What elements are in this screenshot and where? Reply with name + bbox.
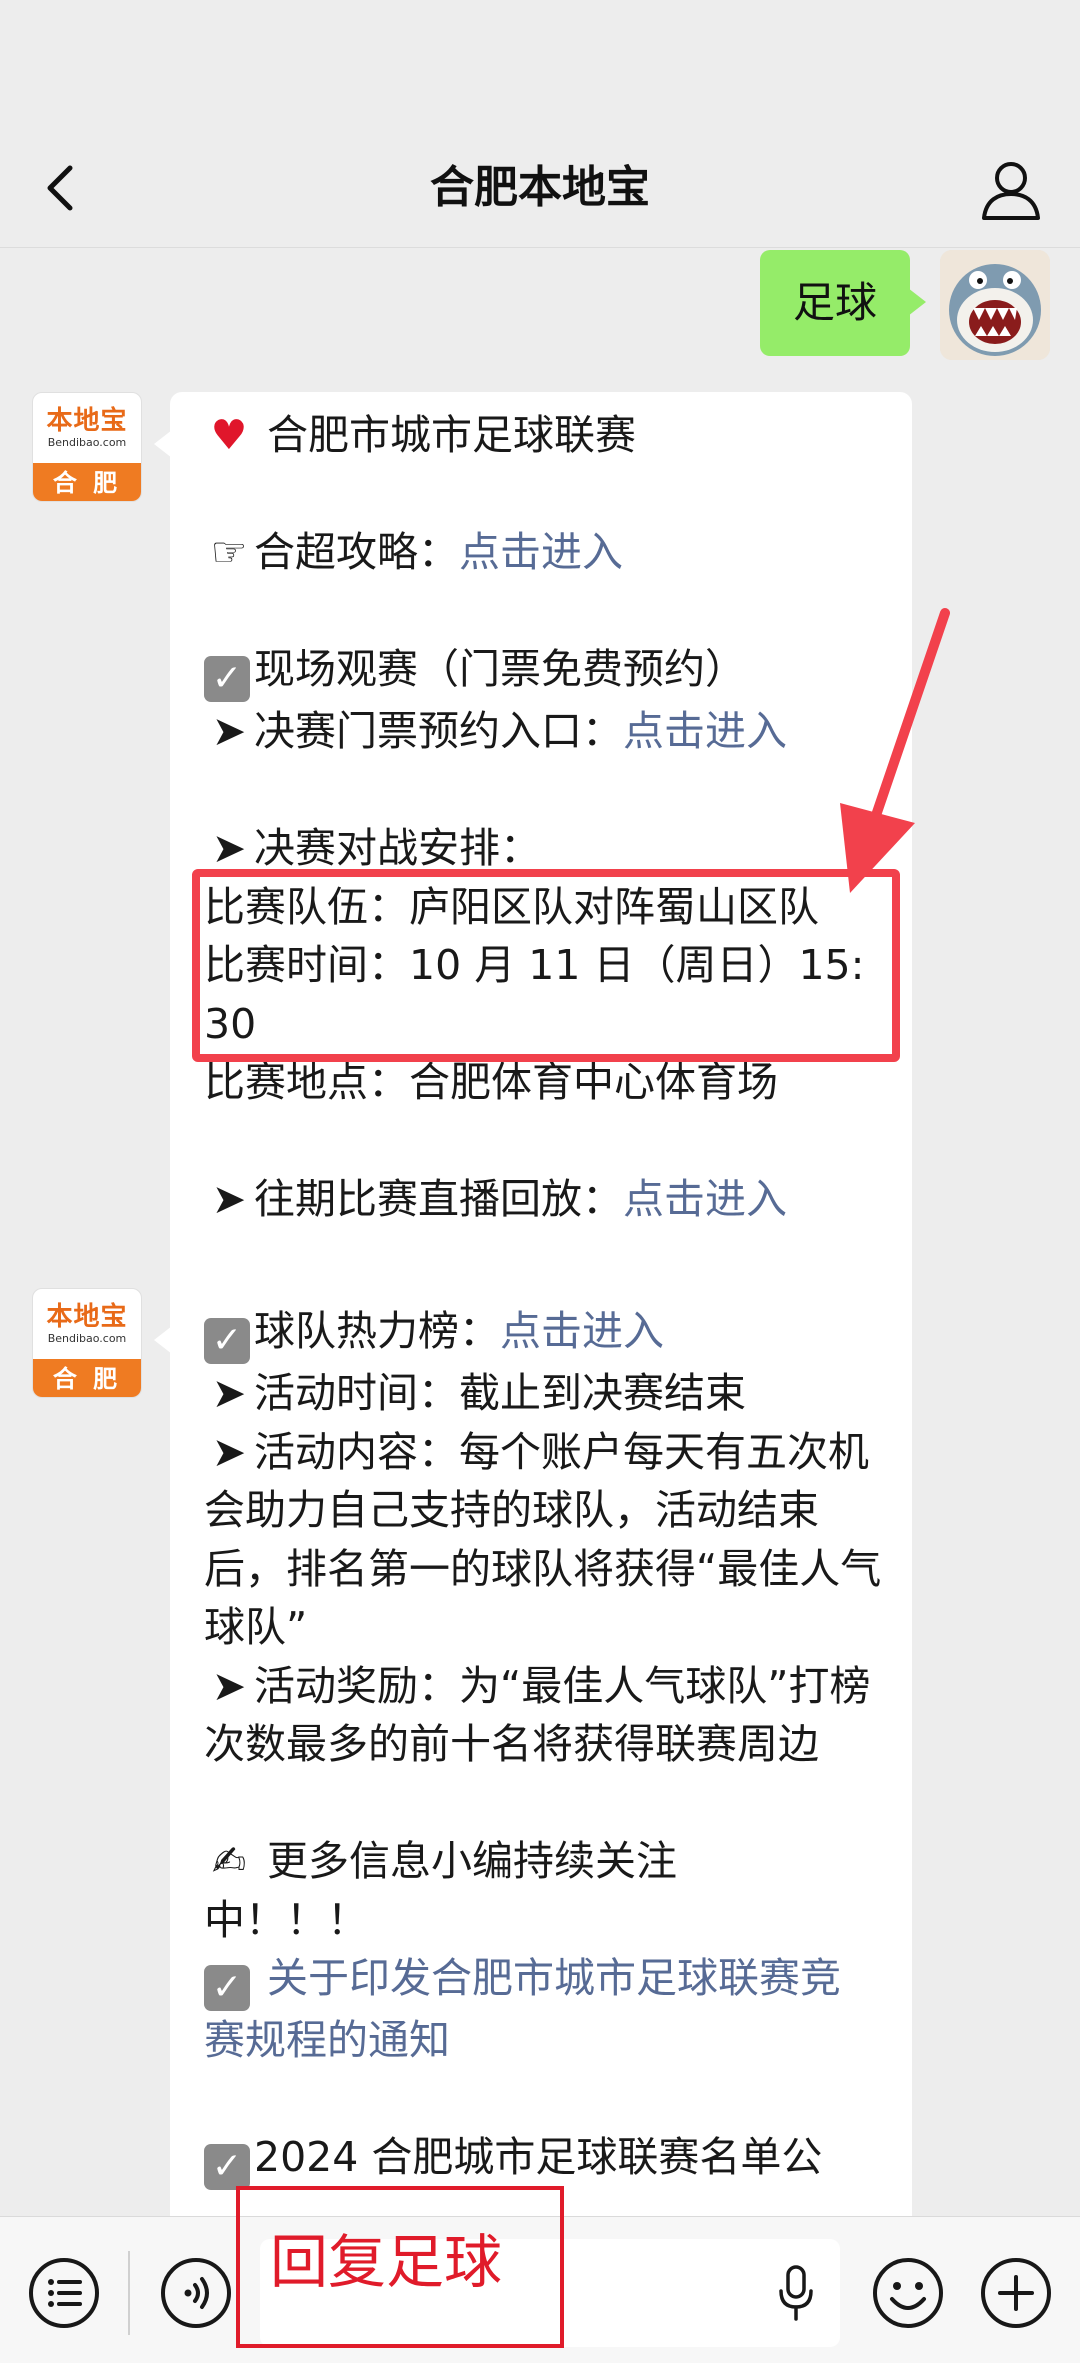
watch-label: 现场观赛（门票免费预约） [254, 645, 746, 693]
arrowhead-icon: ➤ [211, 1661, 247, 1710]
checkbox-icon: ✓ [204, 1965, 250, 2011]
user-avatar[interactable] [940, 250, 1050, 360]
outgoing-message-text: 足球 [792, 278, 877, 327]
activity-content-line: ➤ 活动内容：每个账户每天有五次机会助力自己支持的球队，活动结束后，排名第一的球队… [204, 1423, 882, 1657]
cartoon-avatar-icon [940, 250, 1050, 360]
avatar-logo-text: 本地宝 [46, 1302, 128, 1332]
official-account-avatar[interactable]: 本地宝 Bendibao.com 合 肥 [32, 1288, 142, 1398]
arrowhead-icon: ➤ [211, 1427, 247, 1476]
plus-icon[interactable] [978, 2255, 1054, 2331]
notice-line: ✓ 关于印发合肥市城市足球联赛竞赛规程的通知 [204, 1949, 882, 2070]
guide-link[interactable]: 点击进入 [459, 528, 623, 576]
checkbox-icon: ✓ [204, 2144, 250, 2190]
message-title: 合肥市城市足球联赛 [267, 411, 637, 459]
ranking-link[interactable]: 点击进入 [500, 1307, 664, 1355]
message-bubble-2: ✓ 球队热力榜：点击进入 ➤ 活动时间：截止到决赛结束 ➤ 活动内容：每个账户每天有五… [154, 1288, 912, 2216]
activity-reward-line: ➤ 活动奖励：为“最佳人气球队”打榜次数最多的前十名将获得联赛周边 [204, 1657, 882, 1774]
arrowhead-icon: ➤ [211, 1369, 247, 1417]
activity-content: 活动内容：每个账户每天有五次机会助力自己支持的球队，活动结束后，排名第一的球队将… [204, 1427, 882, 1652]
voice-mode-icon[interactable] [158, 2255, 234, 2331]
ranking-label: 球队热力榜： [254, 1307, 500, 1355]
replay-line: ➤ 往期比赛直播回放：点击进入 [204, 1170, 882, 1229]
activity-reward: 活动奖励：为“最佳人气球队”打榜次数最多的前十名将获得联赛周边 [204, 1661, 871, 1769]
partial-line-text: 2024 合肥城市足球联赛名单公 [254, 2133, 823, 2181]
more-info-line-cont: 中！！！ [204, 1895, 368, 1944]
navigation-bar: 合肥本地宝 [0, 130, 1080, 248]
final-label: 决赛对战安排： [254, 824, 541, 872]
message-title-line: ♥ 合肥市城市足球联赛 [204, 406, 882, 465]
menu-list-icon[interactable] [26, 2255, 102, 2331]
avatar-city: 合 肥 [33, 1359, 141, 1397]
page-title: 合肥本地宝 [430, 162, 650, 213]
ranking-line: ✓ 球队热力榜：点击进入 [204, 1302, 882, 1364]
checkbox-icon: ✓ [204, 656, 250, 702]
writing-hand-icon: ✍ [211, 1837, 247, 1885]
checkbox-icon: ✓ [204, 1318, 250, 1364]
avatar-logo-text: 本地宝 [46, 406, 128, 436]
profile-icon[interactable] [980, 158, 1042, 220]
heart-icon: ♥ [210, 411, 248, 459]
replay-label: 往期比赛直播回放： [254, 1175, 623, 1223]
ticket-line: ➤ 决赛门票预约入口：点击进入 [204, 702, 882, 761]
microphone-icon[interactable] [776, 2263, 816, 2323]
reply-hint-text: 回复足球 [270, 2228, 503, 2296]
arrowhead-icon: ➤ [211, 1175, 247, 1223]
activity-time-line: ➤ 活动时间：截止到决赛结束 [204, 1364, 882, 1423]
avatar-logo-url: Bendibao.com [47, 436, 127, 449]
notice-link[interactable]: 关于印发合肥市城市足球联赛竞赛规程的通知 [204, 1954, 841, 2064]
pointing-hand-icon: ☞ [210, 528, 248, 576]
annotation-arrow-icon [840, 608, 950, 893]
status-bar [0, 0, 1080, 130]
avatar-logo-url: Bendibao.com [47, 1332, 127, 1345]
chat-area[interactable]: 足球 本地宝 Bendibao.com 合 肥 ♥ 合肥市城市足球联赛 ☞ 合超攻… [0, 248, 1080, 2216]
emoji-icon[interactable] [870, 2255, 946, 2331]
ticket-link[interactable]: 点击进入 [623, 707, 787, 755]
arrowhead-icon: ➤ [211, 707, 247, 755]
partial-line: ✓ 2024 合肥城市足球联赛名单公 [204, 2128, 882, 2190]
highlight-box [192, 869, 900, 1062]
watch-line: ✓ 现场观赛（门票免费预约） [204, 640, 882, 702]
activity-time: 活动时间：截止到决赛结束 [254, 1369, 746, 1417]
more-info-line: ✍ 更多信息小编持续关注 [204, 1832, 882, 1891]
replay-link[interactable]: 点击进入 [623, 1175, 787, 1223]
guide-line: ☞ 合超攻略：点击进入 [204, 523, 882, 582]
official-account-avatar[interactable]: 本地宝 Bendibao.com 合 肥 [32, 392, 142, 502]
more-info-text: 更多信息小编持续关注 [267, 1837, 678, 1885]
avatar-city: 合 肥 [33, 463, 141, 501]
divider [128, 2251, 130, 2335]
outgoing-message[interactable]: 足球 [760, 250, 926, 356]
guide-label: 合超攻略： [254, 528, 459, 576]
ticket-label: 决赛门票预约入口： [254, 707, 623, 755]
